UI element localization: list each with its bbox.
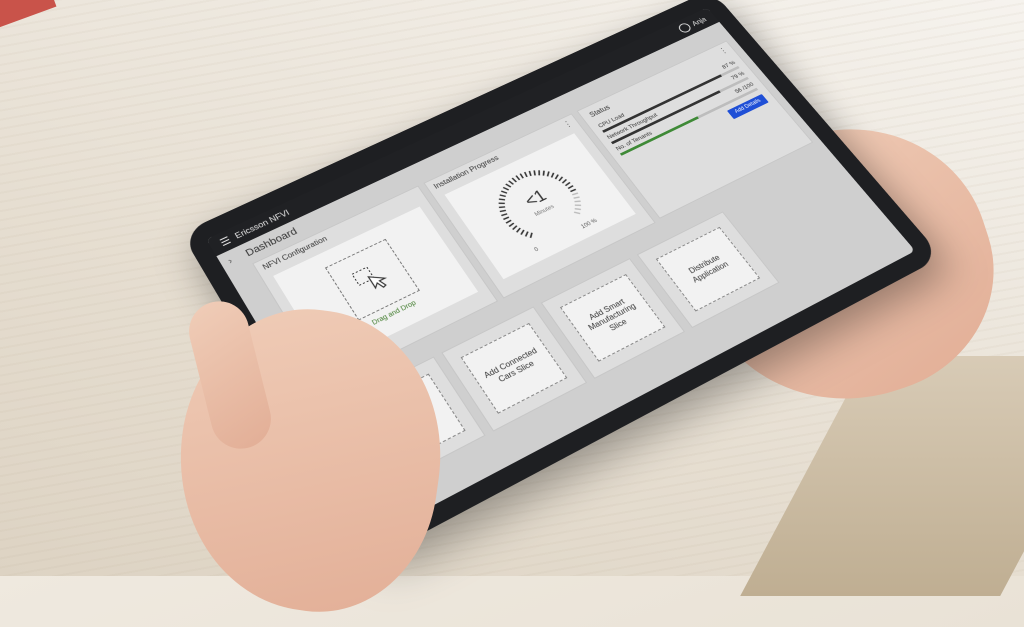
drag-pointer-icon [346,257,398,302]
gauge-tick [528,233,534,238]
gauge-tick [550,173,556,178]
gauge-tick [528,171,533,176]
gauge-tick [500,193,506,198]
gauge-tick [512,178,516,183]
gauge-tick [536,170,541,175]
gauge-tick [524,232,530,237]
gauge-tick [545,172,551,177]
gauge-tick [515,228,521,232]
user-name: Anja [690,15,708,28]
gauge-tick [575,203,581,207]
gauge-tick [501,190,507,195]
gauge-tick [574,210,580,215]
gauge-tick [541,171,547,176]
gauge-tick [520,174,524,179]
gauge-tick [532,170,537,175]
gauge-tick [574,199,580,203]
progress-gauge: <1 Minutes 0 100 % [480,156,599,255]
user-icon [676,21,693,35]
gauge-tick [503,186,508,191]
gauge-tick [575,207,581,212]
gauge-tick [516,175,520,180]
ericsson-logo-icon: ☰ [218,234,233,249]
gauge-tick [509,180,514,185]
action-tile-label: Add Smart Manufacturing Slice [559,274,666,362]
gauge-tick [524,172,528,177]
action-tile-label: Distribute Application [655,226,761,312]
gauge-tick [506,183,511,188]
action-tile-label: Add Connected Cars Slice [460,322,568,414]
gauge-tick [499,197,505,202]
gauge-tick [519,230,525,235]
